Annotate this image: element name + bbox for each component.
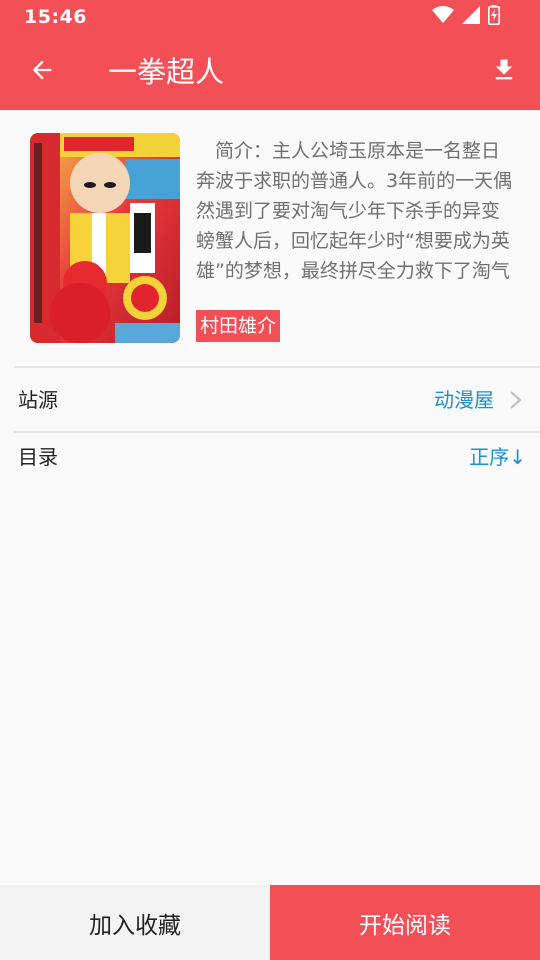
synopsis-text: 简介：主人公埼玉原本是一名整日奔波于求职的普通人。3年前的一天偶然遇到了要对淘气… (196, 140, 513, 282)
status-time: 15:46 (24, 6, 87, 28)
battery-charging-icon (488, 5, 500, 29)
app-toolbar: 一拳超人 (0, 34, 540, 110)
status-bar: 15:46 (0, 0, 540, 34)
page-title: 一拳超人 (108, 55, 225, 89)
bottom-action-bar: 加入收藏 开始阅读 (0, 885, 540, 960)
comic-info: 简介：主人公埼玉原本是一名整日奔波于求职的普通人。3年前的一天偶然遇到了要对淘气… (0, 110, 540, 366)
comic-cover-image[interactable] (30, 133, 180, 343)
source-label: 站源 (18, 388, 58, 412)
cell-signal-icon (462, 6, 480, 28)
source-value: 动漫屋 (434, 388, 494, 412)
download-icon (490, 56, 518, 88)
add-to-favorites-button[interactable]: 加入收藏 (0, 885, 270, 960)
chevron-right-icon (508, 390, 524, 410)
wifi-icon (432, 6, 454, 28)
author-tag[interactable]: 村田雄介 (196, 310, 281, 342)
source-row[interactable]: 站源 动漫屋 (0, 368, 540, 432)
download-button[interactable] (480, 48, 528, 96)
catalog-label: 目录 (18, 445, 58, 469)
start-reading-button[interactable]: 开始阅读 (270, 885, 540, 960)
status-icons (432, 5, 500, 29)
arrow-left-icon (28, 56, 56, 88)
back-button[interactable] (18, 48, 66, 96)
sort-order-toggle[interactable]: 正序↓ (469, 443, 526, 471)
app-screen: 15:46 一拳超人 简介：主人公埼玉原本是一名整日奔波于求职的普通人。3年前的… (0, 0, 540, 960)
catalog-row: 目录 正序↓ (0, 425, 540, 489)
